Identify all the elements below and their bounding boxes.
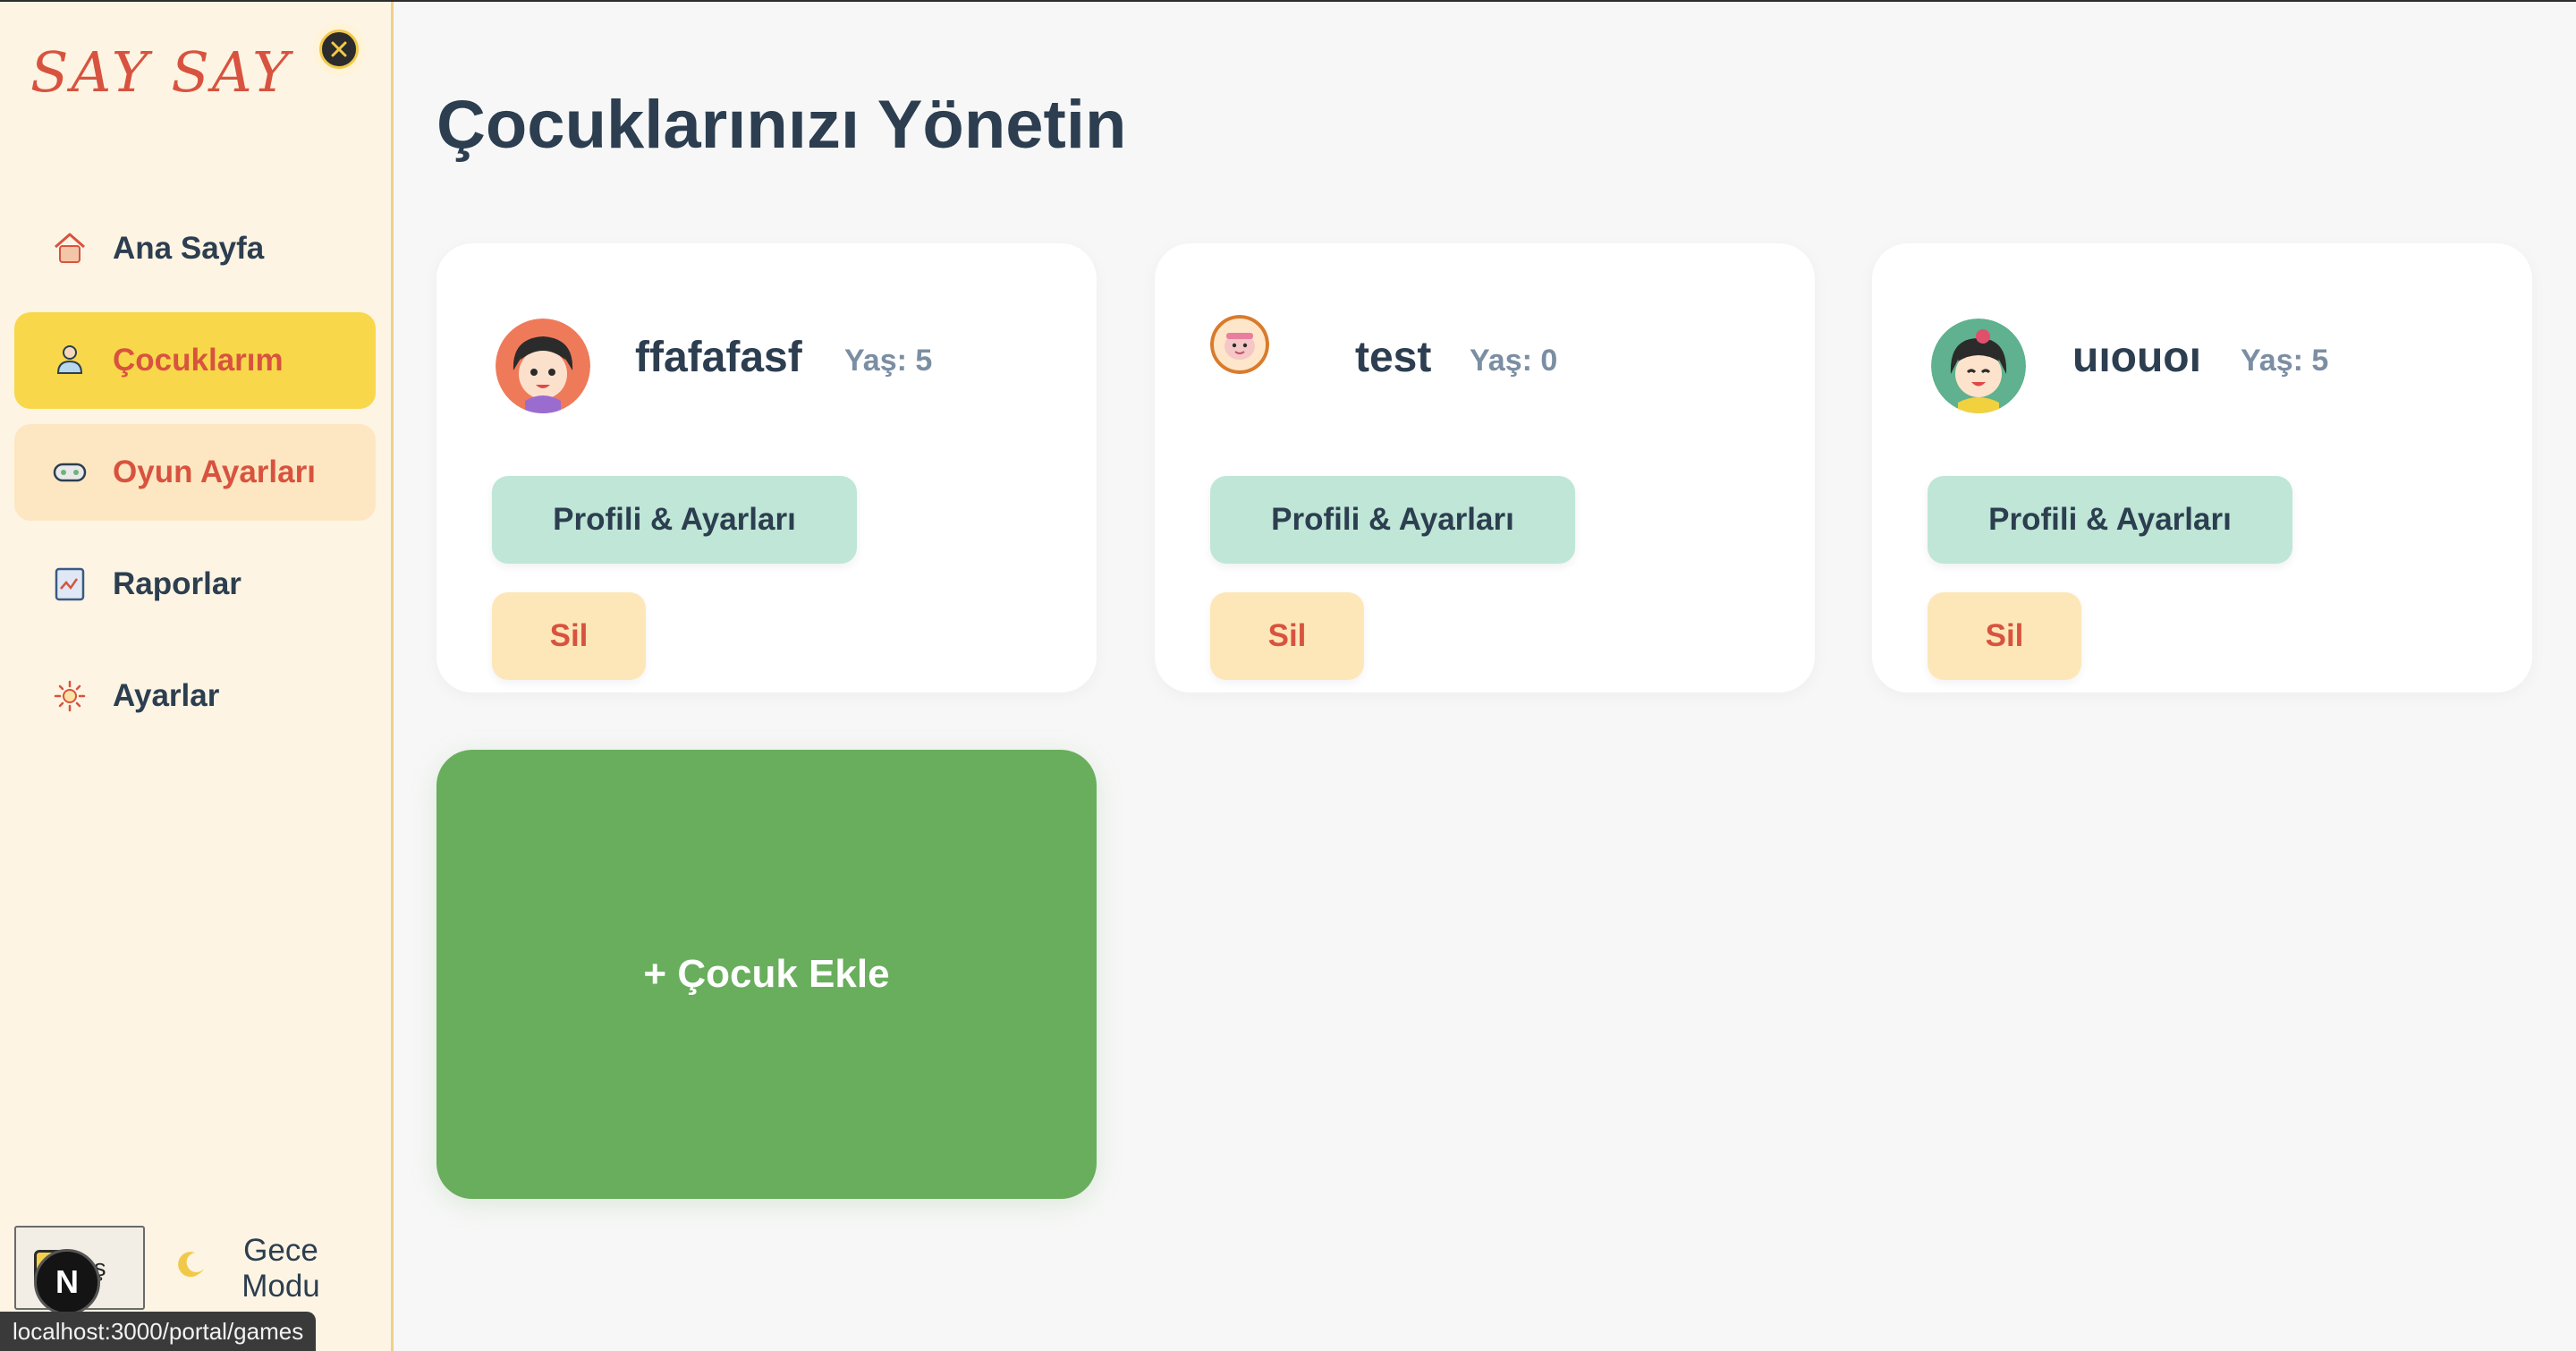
- add-child-button[interactable]: + Çocuk Ekle: [436, 750, 1097, 1199]
- close-icon: [319, 30, 359, 69]
- night-mode-label: Gece Modu: [236, 1233, 326, 1304]
- delete-button[interactable]: Sil: [1928, 592, 2081, 680]
- child-avatar[interactable]: [1931, 319, 2026, 413]
- delete-button[interactable]: Sil: [492, 592, 646, 680]
- profile-settings-button[interactable]: Profili & Ayarları: [492, 476, 857, 564]
- night-mode-line2: Modu: [242, 1269, 320, 1304]
- night-mode-line1: Gece: [243, 1233, 318, 1268]
- home-icon: [52, 231, 88, 267]
- moon-icon: [175, 1247, 209, 1290]
- child-age: Yaş: 0: [1470, 344, 1558, 378]
- child-card: ffafafasf Yaş: 5 Profili & Ayarları Sil: [436, 243, 1097, 692]
- night-mode-toggle[interactable]: Gece Modu: [175, 1233, 326, 1304]
- child-name: ffafafasf: [635, 334, 802, 381]
- sidebar-item-label: Ayarlar: [113, 678, 220, 713]
- sidebar-item-oyun-ayarlari[interactable]: Oyun Ayarları: [14, 424, 376, 521]
- add-child-label: + Çocuk Ekle: [643, 952, 890, 996]
- child-name: uıouoı: [2072, 334, 2201, 381]
- child-avatar[interactable]: [1210, 315, 1269, 374]
- child-name: test: [1355, 334, 1432, 381]
- child-age: Yaş: 5: [2241, 344, 2329, 378]
- sidebar-item-ayarlar[interactable]: Ayarlar: [14, 648, 376, 744]
- status-bar-url: localhost:3000/portal/games: [0, 1312, 317, 1351]
- child-card: uıouoı Yaş: 5 Profili & Ayarları Sil: [1872, 243, 2532, 692]
- child-age: Yaş: 5: [844, 344, 933, 378]
- sidebar-item-label: Ana Sayfa: [113, 231, 265, 266]
- page-title: Çocuklarınızı Yönetin: [436, 87, 1127, 163]
- gear-icon: [52, 678, 88, 714]
- sidebar-item-label: Raporlar: [113, 566, 242, 601]
- sidebar-nav: Ana Sayfa Çocuklarım Oyun Ayarları Rapor…: [14, 200, 376, 760]
- child-icon: [52, 343, 88, 378]
- delete-button[interactable]: Sil: [1210, 592, 1364, 680]
- sidebar: SAY SAY Ana Sayfa Çocuklarım Oyun Ayarla…: [0, 0, 394, 1351]
- sidebar-item-label: Çocuklarım: [113, 343, 284, 378]
- app-logo[interactable]: SAY SAY: [30, 39, 292, 105]
- report-icon: [52, 566, 88, 602]
- sidebar-item-label: Oyun Ayarları: [113, 455, 316, 489]
- nextjs-dev-badge[interactable]: N: [34, 1249, 100, 1315]
- close-sidebar-button[interactable]: [313, 23, 365, 75]
- child-card: test Yaş: 0 Profili & Ayarları Sil: [1155, 243, 1815, 692]
- sidebar-item-raporlar[interactable]: Raporlar: [14, 536, 376, 633]
- profile-settings-button[interactable]: Profili & Ayarları: [1210, 476, 1575, 564]
- window-top-border: [0, 0, 2576, 2]
- sidebar-item-cocuklarim[interactable]: Çocuklarım: [14, 312, 376, 409]
- sidebar-item-ana-sayfa[interactable]: Ana Sayfa: [14, 200, 376, 297]
- gamepad-icon: [52, 455, 88, 490]
- profile-settings-button[interactable]: Profili & Ayarları: [1928, 476, 2292, 564]
- child-avatar[interactable]: [496, 319, 590, 413]
